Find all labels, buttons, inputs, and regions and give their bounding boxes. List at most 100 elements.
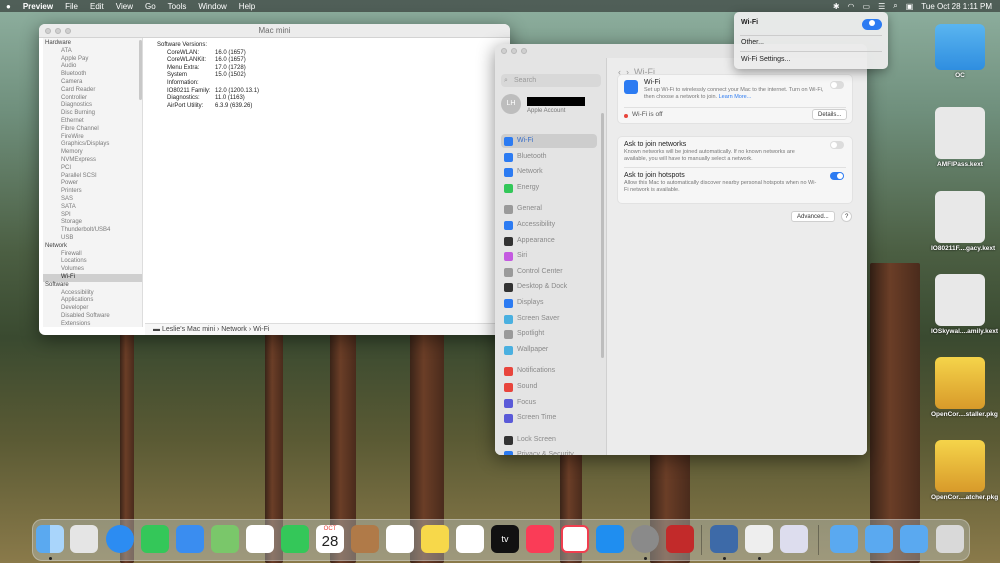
tree-item[interactable]: Developer [43, 305, 142, 313]
tree-item[interactable]: Power [43, 180, 142, 188]
tree-item[interactable]: FireWire [43, 134, 142, 142]
desktop-item-pkg[interactable]: OpenCor....staller.pkg [931, 357, 998, 418]
tree-group[interactable]: Hardware [43, 40, 142, 48]
tree-item[interactable]: Audio [43, 63, 142, 71]
tree-item[interactable]: Applications [43, 297, 142, 305]
tree-item[interactable]: Storage [43, 219, 142, 227]
sidebar-item[interactable]: Sound [501, 380, 597, 394]
sidebar-item[interactable]: Wi-Fi [501, 134, 597, 148]
tree-item[interactable]: ATA [43, 48, 142, 56]
zoom-button[interactable] [65, 28, 71, 34]
tree-item[interactable]: Ethernet [43, 118, 142, 126]
desktop-item-kext[interactable]: AMFIPass.kext [931, 107, 989, 168]
mail-icon[interactable] [176, 525, 204, 553]
tree-item[interactable]: Controller [43, 95, 142, 103]
apple-account[interactable]: LH Apple Account [501, 94, 601, 116]
menu-edit[interactable]: Edit [84, 2, 110, 11]
tree-item[interactable]: Extensions [43, 321, 142, 327]
sidebar-item[interactable]: Privacy & Security [501, 448, 597, 455]
tree-scrollbar[interactable] [139, 40, 142, 100]
clock[interactable]: Tue Oct 28 1:11 PM [921, 2, 992, 11]
disk-utility-icon[interactable] [780, 525, 808, 553]
tree-item[interactable]: SATA [43, 204, 142, 212]
system-settings-icon[interactable] [631, 525, 659, 553]
tree-item[interactable]: Firewall [43, 251, 142, 259]
tree-item[interactable]: Disc Burning [43, 110, 142, 118]
sidebar-scrollbar[interactable] [601, 113, 604, 358]
tree-group[interactable]: Software [43, 282, 142, 290]
music-icon[interactable] [526, 525, 554, 553]
ask-hotspots-toggle[interactable] [830, 172, 844, 180]
sidebar-item[interactable]: Lock Screen [501, 433, 597, 447]
tree-item[interactable]: Disabled Software [43, 313, 142, 321]
sidebar-item[interactable]: Notifications [501, 364, 597, 378]
applications-folder-icon[interactable] [830, 525, 858, 553]
calendar-icon[interactable]: OCT 28 [316, 525, 344, 553]
sidebar-item[interactable]: Screen Time [501, 411, 597, 425]
messages-icon[interactable] [141, 525, 169, 553]
tree-item[interactable]: Camera [43, 79, 142, 87]
tree-item[interactable]: Printers [43, 188, 142, 196]
facetime-icon[interactable] [281, 525, 309, 553]
menu-tools[interactable]: Tools [162, 2, 193, 11]
menu-go[interactable]: Go [139, 2, 162, 11]
wifi-status-icon[interactable]: ◠ [848, 2, 855, 11]
tree-item[interactable]: Fibre Channel [43, 126, 142, 134]
menu-item-other[interactable]: Other... [741, 39, 764, 46]
apple-menu-icon[interactable]: ● [0, 2, 17, 11]
finder-icon[interactable] [36, 525, 64, 553]
sidebar-item[interactable]: Energy [501, 181, 597, 195]
sidebar-item[interactable]: Appearance [501, 234, 597, 248]
spotlight-icon[interactable]: ⌕ [893, 1, 897, 11]
bluetooth-icon[interactable]: ✱ [833, 2, 840, 11]
desktop-item-kext[interactable]: IOSkywal....amily.kext [931, 274, 998, 335]
maps-icon[interactable] [211, 525, 239, 553]
tree-item[interactable]: Apple Pay [43, 56, 142, 64]
tree-item[interactable]: Accessibility [43, 290, 142, 298]
menu-window[interactable]: Window [192, 2, 232, 11]
tree-item[interactable]: USB [43, 235, 142, 243]
tree-item[interactable]: PCI [43, 165, 142, 173]
downloads-folder-icon[interactable] [900, 525, 928, 553]
tree-item[interactable]: Memory [43, 149, 142, 157]
close-button[interactable] [501, 48, 507, 54]
safari-icon[interactable] [106, 525, 134, 553]
menu-file[interactable]: File [59, 2, 84, 11]
photos-icon[interactable] [246, 525, 274, 553]
sidebar-item[interactable]: Desktop & Dock [501, 280, 597, 294]
trash-icon[interactable] [936, 525, 964, 553]
tree-item[interactable]: Wi-Fi [43, 273, 142, 282]
tree-item[interactable]: Bluetooth [43, 71, 142, 79]
wifi-toggle[interactable] [830, 81, 844, 89]
advanced-button[interactable]: Advanced... [791, 211, 835, 222]
reminders-icon[interactable] [386, 525, 414, 553]
utilities-folder-icon[interactable] [865, 525, 893, 553]
opencore-configurator-icon[interactable] [666, 525, 694, 553]
details-button[interactable]: Details... [812, 109, 848, 120]
ask-networks-toggle[interactable] [830, 141, 844, 149]
tree-item[interactable]: Volumes [43, 266, 142, 274]
tree-item[interactable]: SAS [43, 196, 142, 204]
sidebar-item[interactable]: Accessibility [501, 218, 597, 232]
freeform-icon[interactable] [456, 525, 484, 553]
sidebar-item[interactable]: Control Center [501, 265, 597, 279]
apple-tv-icon[interactable]: tv [491, 525, 519, 553]
minimize-button[interactable] [55, 28, 61, 34]
wifi-menu-toggle[interactable] [862, 19, 882, 30]
menu-view[interactable]: View [110, 2, 139, 11]
screen-mirroring-icon[interactable]: ▣ [906, 2, 914, 11]
desktop-item-oc-folder[interactable]: OC [931, 24, 989, 79]
battery-icon[interactable]: ▭ [863, 2, 871, 11]
minimize-button[interactable] [511, 48, 517, 54]
sidebar-item[interactable]: Displays [501, 296, 597, 310]
tree-item[interactable]: Locations [43, 258, 142, 266]
tree-group[interactable]: Network [43, 243, 142, 251]
help-button[interactable]: ? [841, 211, 853, 222]
sidebar-item[interactable]: Bluetooth [501, 150, 597, 164]
menu-item-wifi-settings[interactable]: Wi-Fi Settings... [741, 56, 790, 63]
sidebar-item[interactable]: Wallpaper [501, 343, 597, 357]
sidebar-item[interactable]: Focus [501, 396, 597, 410]
tree-item[interactable]: NVMExpress [43, 157, 142, 165]
news-icon[interactable] [561, 525, 589, 553]
tree-item[interactable]: Diagnostics [43, 102, 142, 110]
